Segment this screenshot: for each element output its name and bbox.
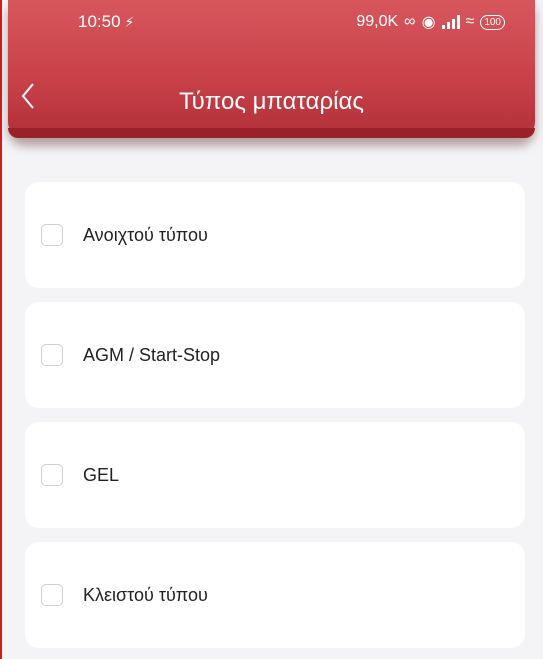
option-label: Ανοιχτού τύπου [83, 224, 208, 245]
checkbox-closed-type[interactable] [41, 584, 63, 606]
status-time: 10:50 [78, 12, 121, 31]
status-icons: 99,0K ∞ ◉ ≈ 100 [356, 12, 505, 32]
signal-icon [441, 15, 460, 29]
checkbox-gel[interactable] [41, 464, 63, 486]
option-label: AGM / Start-Stop [83, 344, 221, 365]
battery-type-list: Ανοιχτού τύπου AGM / Start-Stop GEL Κλει… [25, 182, 525, 659]
wifi-icon: ≈ [465, 13, 475, 30]
option-open-type[interactable]: Ανοιχτού τύπου [25, 182, 525, 288]
charging-icon: ⚡ [124, 13, 135, 30]
app-header: 10:50 ⚡ 99,0K ∞ ◉ ≈ 100 Τύπος μπαταρίας [0, 0, 543, 152]
app-screen: 10:50 ⚡ 99,0K ∞ ◉ ≈ 100 Τύπος μπαταρίας [0, 0, 543, 659]
option-label: Κλειστού τύπου [83, 584, 208, 605]
option-closed-type[interactable]: Κλειστού τύπου [25, 542, 525, 648]
status-bar: 10:50 ⚡ 99,0K ∞ ◉ ≈ 100 [8, 0, 535, 46]
left-edge-line [0, 0, 2, 659]
battery-icon: 100 [480, 14, 505, 30]
status-time-group: 10:50 ⚡ [78, 12, 134, 32]
option-agm-start-stop[interactable]: AGM / Start-Stop [25, 302, 525, 408]
network-speed: 99,0K [356, 13, 399, 30]
option-label: GEL [83, 464, 120, 485]
page-title: Τύπος μπαταρίας [179, 88, 364, 115]
record-icon: ◉ [421, 14, 436, 31]
option-gel[interactable]: GEL [25, 422, 525, 528]
hotspot-icon: ∞ [404, 13, 416, 30]
checkbox-open-type[interactable] [41, 224, 63, 246]
checkbox-agm-start-stop[interactable] [41, 344, 63, 366]
